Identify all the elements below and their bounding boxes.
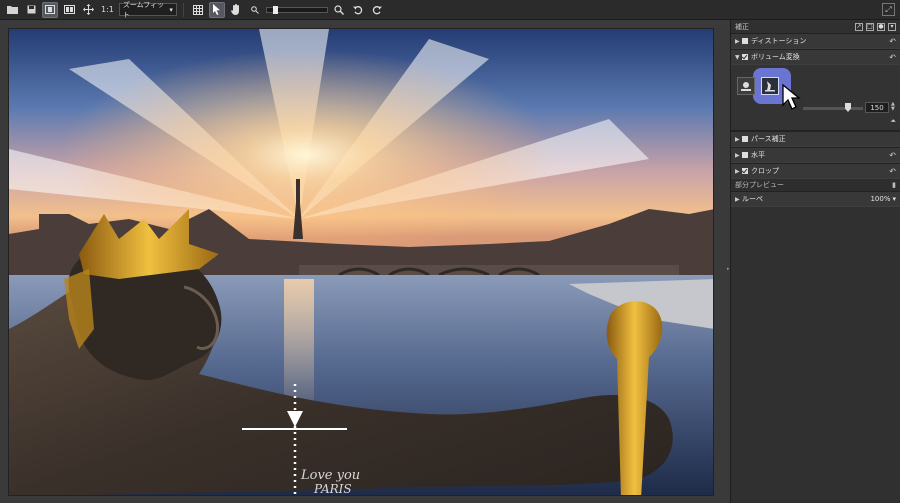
collapsed-arrow-icon[interactable]: ▶ [735,38,742,45]
volume-body: 150 ▲ ▼ ⏶ [731,65,900,131]
strength-slider[interactable] [803,107,863,110]
settings-icon[interactable]: ● [877,22,885,31]
sphere-icon [741,82,751,91]
perspective-checkbox[interactable] [742,136,748,142]
strength-slider-knob[interactable] [845,103,851,112]
expand-icon[interactable]: ⤢ [882,3,895,16]
pin-icon[interactable]: ▮ [892,181,896,189]
distortion-checkbox[interactable] [742,38,748,44]
volume-checkbox[interactable] [742,54,748,60]
photo-canvas[interactable]: Love you PARIS [8,28,714,496]
sphere-mode-button[interactable] [737,77,755,95]
panel-header: 補正 ↗ □ ● ▾ [731,20,900,33]
compare-view-icon[interactable] [61,2,77,18]
copy-icon[interactable]: □ [866,22,874,31]
perspective-label: パース補正 [751,135,786,143]
inscription-line2: PARIS [313,482,352,496]
export-icon[interactable]: ↗ [855,22,863,31]
panel-title: 補正 [735,22,749,31]
collapsed-arrow-icon[interactable]: ▶ [735,152,742,159]
section-loupe[interactable]: ▶ ルーペ 100% ▾ [731,191,900,207]
section-crop[interactable]: ▶ クロップ ↶ [731,163,900,179]
select-arrow-icon[interactable] [208,1,225,18]
crop-checkbox[interactable] [742,168,748,174]
volume-label: ボリューム変換 [751,53,800,61]
menu-icon[interactable]: ▾ [888,22,896,31]
rotate-left-icon[interactable] [350,2,366,18]
single-view-icon[interactable] [42,1,58,18]
section-perspective[interactable]: ▶ パース補正 [731,131,900,147]
zoom-slider-knob[interactable] [272,5,278,14]
chevron-down-icon: ▾ [169,5,173,14]
zoom-mode-value: ズームフィット [122,0,165,19]
section-horizontal[interactable]: ▶ 水平 ↶ [731,147,900,163]
toolbar-divider [182,2,184,17]
inscription-line1: Love you [300,468,360,483]
collapsed-arrow-icon[interactable]: ▶ [735,196,742,203]
chevron-down-icon[interactable]: ▾ [892,195,896,203]
rotate-right-icon[interactable] [369,2,385,18]
section-distortion[interactable]: ▶ ディストーション ↶ [731,33,900,49]
preview-title: 部分プレビュー [735,181,784,189]
cylinder-mode-button[interactable] [761,77,779,95]
right-panel: 補正 ↗ □ ● ▾ ▶ ディストーション ↶ ▼ ボリューム変換 ↶ 150 [730,20,900,503]
distortion-label: ディストーション [751,37,807,45]
zoom-mode-select[interactable]: ズームフィット ▾ [118,1,177,19]
hand-icon[interactable] [228,2,244,18]
mouse-cursor-icon [782,83,801,110]
loupe-zoom-value[interactable]: 100% [870,195,890,203]
zoom-search-icon[interactable] [331,2,347,18]
reset-icon[interactable]: ↶ [889,53,896,62]
loupe-label: ルーペ [742,195,763,203]
person-icon [765,81,775,92]
horizontal-checkbox[interactable] [742,152,748,158]
preview-subheader: 部分プレビュー ▮ [731,179,900,191]
reset-icon[interactable]: ↶ [889,167,896,176]
spin-arrows-icon[interactable]: ▲ ▼ [891,102,895,112]
photo-image: Love you PARIS [9,29,713,496]
grid-icon[interactable] [190,2,206,18]
zoom-slider[interactable] [265,5,328,14]
zoom-small-icon[interactable] [247,2,263,18]
collapse-up-icon[interactable]: ⏶ [890,117,896,126]
collapsed-arrow-icon[interactable]: ▶ [735,136,742,143]
toolbar: 1:1 ズームフィット ▾ ⤢ [0,0,900,20]
crop-label: クロップ [751,167,779,175]
horizontal-label: 水平 [751,151,765,159]
reset-icon[interactable]: ↶ [889,37,896,46]
save-icon[interactable] [23,2,39,18]
reset-icon[interactable]: ↶ [889,151,896,160]
folder-icon[interactable] [4,2,20,18]
strength-value-field[interactable]: 150 [865,102,889,113]
zoom-1to1-button[interactable]: 1:1 [99,5,116,14]
move-icon[interactable] [80,2,96,18]
section-volume[interactable]: ▼ ボリューム変換 ↶ [731,49,900,65]
